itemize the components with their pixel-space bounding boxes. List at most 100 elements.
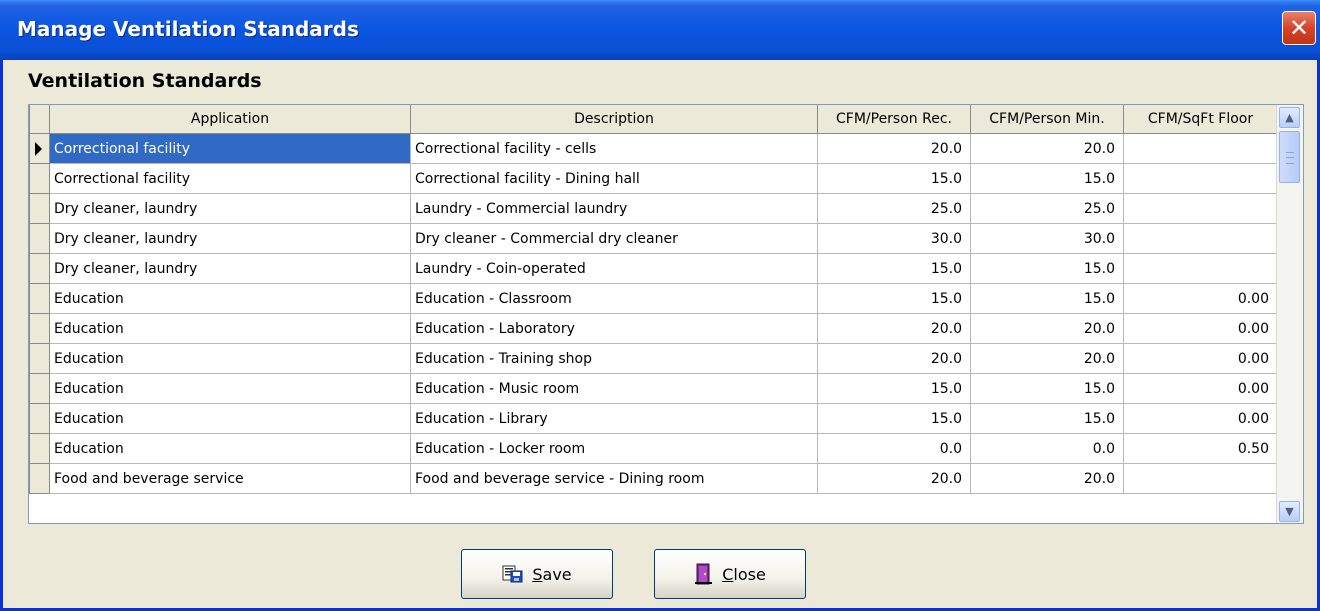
scroll-up-arrow-icon[interactable]: ▲: [1279, 107, 1300, 128]
cell-application[interactable]: Education: [49, 433, 411, 464]
cell-cfm-person-rec[interactable]: 15.0: [817, 373, 971, 404]
cell-application[interactable]: Dry cleaner, laundry: [49, 223, 411, 254]
cell-application[interactable]: Dry cleaner, laundry: [49, 253, 411, 284]
cell-description[interactable]: Education - Training shop: [410, 343, 818, 374]
cell-cfm-person-rec[interactable]: 15.0: [817, 283, 971, 314]
cell-cfm-person-min[interactable]: 20.0: [970, 313, 1124, 344]
row-selector[interactable]: [29, 403, 50, 434]
cell-cfm-sqft-floor[interactable]: [1123, 463, 1278, 494]
table-row[interactable]: Correctional facility Correctional facili…: [29, 163, 1278, 194]
cell-application[interactable]: Dry cleaner, laundry: [49, 193, 411, 224]
cell-application[interactable]: Education: [49, 373, 411, 404]
cell-cfm-sqft-floor[interactable]: [1123, 193, 1278, 224]
cell-cfm-person-rec[interactable]: 15.0: [817, 163, 971, 194]
cell-cfm-person-rec[interactable]: 15.0: [817, 253, 971, 284]
scroll-down-arrow-icon[interactable]: ▼: [1279, 501, 1300, 522]
cell-cfm-sqft-floor[interactable]: 0.00: [1123, 313, 1278, 344]
cell-description[interactable]: Laundry - Coin-operated: [410, 253, 818, 284]
cell-cfm-person-min[interactable]: 0.0: [970, 433, 1124, 464]
cell-application[interactable]: Education: [49, 343, 411, 374]
cell-cfm-person-min[interactable]: 25.0: [970, 193, 1124, 224]
cell-cfm-sqft-floor[interactable]: 0.00: [1123, 403, 1278, 434]
row-selector[interactable]: [29, 253, 50, 284]
row-selector[interactable]: [29, 223, 50, 254]
cell-cfm-person-min[interactable]: 20.0: [970, 343, 1124, 374]
close-button[interactable]: Close: [654, 549, 806, 599]
cell-description[interactable]: Education - Locker room: [410, 433, 818, 464]
row-selector[interactable]: [29, 373, 50, 404]
cell-application[interactable]: Correctional facility: [49, 163, 411, 194]
cell-description[interactable]: Correctional facility - Dining hall: [410, 163, 818, 194]
cell-cfm-person-rec[interactable]: 20.0: [817, 463, 971, 494]
cell-cfm-person-rec[interactable]: 15.0: [817, 403, 971, 434]
row-selector[interactable]: [29, 463, 50, 494]
cell-application[interactable]: Education: [49, 283, 411, 314]
table-row[interactable]: Dry cleaner, laundry Laundry - Commercial…: [29, 193, 1278, 224]
close-window-button[interactable]: ✕: [1282, 11, 1316, 45]
cell-description[interactable]: Education - Music room: [410, 373, 818, 404]
cell-application[interactable]: Correctional facility: [49, 133, 411, 164]
grip-icon: [1286, 152, 1294, 164]
column-header-application[interactable]: Application: [49, 105, 411, 134]
cell-cfm-person-rec[interactable]: 20.0: [817, 343, 971, 374]
cell-cfm-person-rec[interactable]: 30.0: [817, 223, 971, 254]
title-bar[interactable]: Manage Ventilation Standards ✕: [0, 0, 1320, 60]
cell-application[interactable]: Food and beverage service: [49, 463, 411, 494]
cell-cfm-sqft-floor[interactable]: 0.00: [1123, 343, 1278, 374]
cell-cfm-person-min[interactable]: 30.0: [970, 223, 1124, 254]
cell-cfm-person-rec[interactable]: 20.0: [817, 133, 971, 164]
cell-description[interactable]: Correctional facility - cells: [410, 133, 818, 164]
vertical-scrollbar[interactable]: ▲ ▼: [1276, 105, 1303, 523]
row-selector[interactable]: [29, 193, 50, 224]
cell-description[interactable]: Dry cleaner - Commercial dry cleaner: [410, 223, 818, 254]
table-row[interactable]: Education Education - Locker room 0.0 0.0 0.…: [29, 433, 1278, 464]
cell-cfm-person-min[interactable]: 15.0: [970, 253, 1124, 284]
cell-cfm-person-min[interactable]: 20.0: [970, 463, 1124, 494]
save-button[interactable]: Save: [461, 549, 613, 599]
row-selector[interactable]: [29, 433, 50, 464]
cell-cfm-sqft-floor[interactable]: [1123, 253, 1278, 284]
table-row[interactable]: Education Education - Music room 15.0 15.0 0…: [29, 373, 1278, 404]
cell-cfm-person-min[interactable]: 20.0: [970, 133, 1124, 164]
cell-cfm-sqft-floor[interactable]: 0.00: [1123, 373, 1278, 404]
cell-cfm-person-rec[interactable]: 25.0: [817, 193, 971, 224]
row-selector[interactable]: [29, 313, 50, 344]
cell-description[interactable]: Education - Library: [410, 403, 818, 434]
cell-cfm-sqft-floor[interactable]: [1123, 133, 1278, 164]
cell-description[interactable]: Education - Classroom: [410, 283, 818, 314]
column-header-cfm-person-min[interactable]: CFM/Person Min.: [970, 105, 1124, 134]
cell-application[interactable]: Education: [49, 313, 411, 344]
cell-cfm-person-rec[interactable]: 20.0: [817, 313, 971, 344]
table-row[interactable]: Dry cleaner, laundry Dry cleaner - Commer…: [29, 223, 1278, 254]
column-header-description[interactable]: Description: [410, 105, 818, 134]
save-icon: [502, 564, 524, 584]
cell-cfm-sqft-floor[interactable]: [1123, 223, 1278, 254]
cell-cfm-person-min[interactable]: 15.0: [970, 283, 1124, 314]
cell-application[interactable]: Education: [49, 403, 411, 434]
cell-cfm-person-min[interactable]: 15.0: [970, 403, 1124, 434]
cell-cfm-person-rec[interactable]: 0.0: [817, 433, 971, 464]
cell-description[interactable]: Education - Laboratory: [410, 313, 818, 344]
table-row[interactable]: Education Education - Training shop 20.0 20…: [29, 343, 1278, 374]
row-selector[interactable]: [29, 163, 50, 194]
table-row[interactable]: Education Education - Classroom 15.0 15.0 0.…: [29, 283, 1278, 314]
column-header-cfm-person-rec[interactable]: CFM/Person Rec.: [817, 105, 971, 134]
table-row[interactable]: Education Education - Library 15.0 15.0 0.00: [29, 403, 1278, 434]
table-row[interactable]: Correctional facility Correctional facili…: [29, 133, 1278, 164]
cell-cfm-sqft-floor[interactable]: 0.00: [1123, 283, 1278, 314]
column-header-cfm-sqft-floor[interactable]: CFM/SqFt Floor: [1123, 105, 1278, 134]
row-selector[interactable]: [29, 343, 50, 374]
table-row[interactable]: Dry cleaner, laundry Laundry - Coin-opera…: [29, 253, 1278, 284]
cell-cfm-person-min[interactable]: 15.0: [970, 373, 1124, 404]
cell-cfm-sqft-floor[interactable]: [1123, 163, 1278, 194]
cell-cfm-person-min[interactable]: 15.0: [970, 163, 1124, 194]
row-selector[interactable]: [29, 133, 50, 164]
standards-grid[interactable]: Application Description CFM/Person Rec. …: [28, 104, 1304, 524]
table-row[interactable]: Education Education - Laboratory 20.0 20.0 0…: [29, 313, 1278, 344]
cell-cfm-sqft-floor[interactable]: 0.50: [1123, 433, 1278, 464]
scroll-thumb[interactable]: [1279, 131, 1300, 183]
table-row[interactable]: Food and beverage service Food and bevera…: [29, 463, 1278, 494]
cell-description[interactable]: Food and beverage service - Dining room: [410, 463, 818, 494]
cell-description[interactable]: Laundry - Commercial laundry: [410, 193, 818, 224]
row-selector[interactable]: [29, 283, 50, 314]
